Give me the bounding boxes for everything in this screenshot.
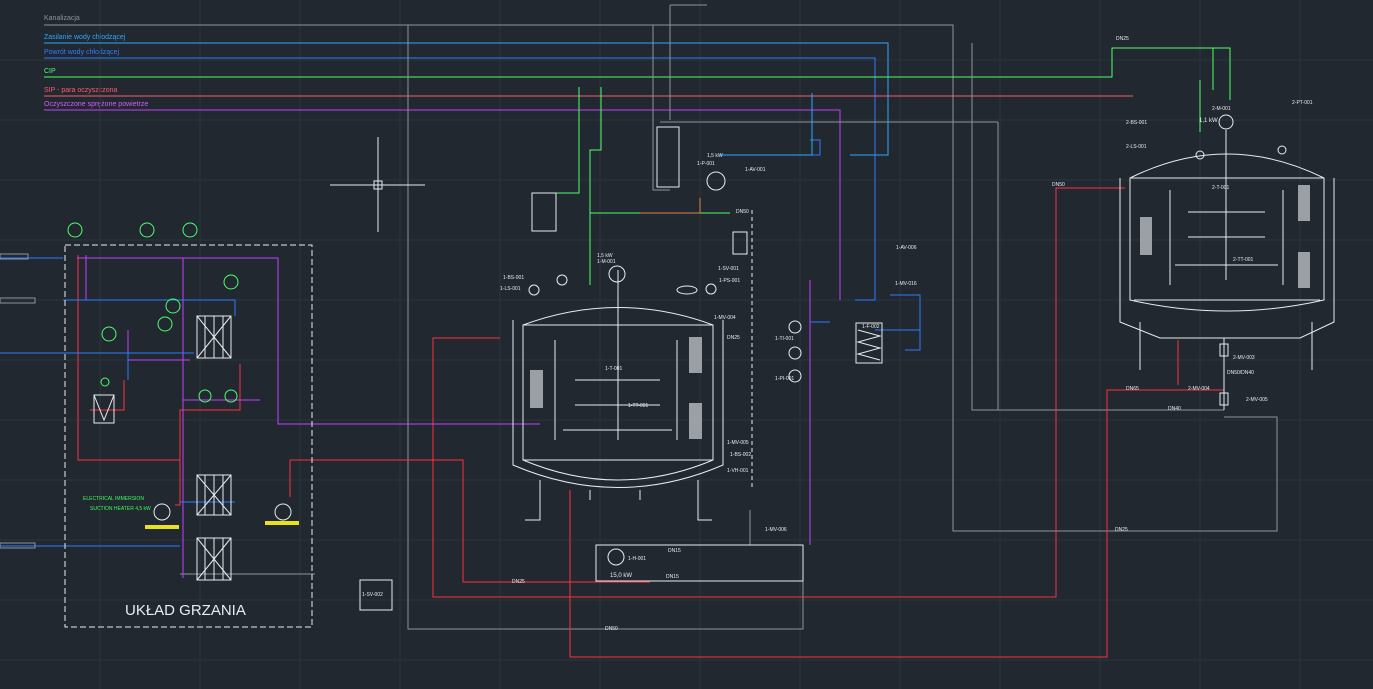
heating-unit-title: UKŁAD GRZANIA: [125, 602, 246, 619]
level-indicator: [732, 231, 748, 255]
svg-text:2-MV-003: 2-MV-003: [1233, 355, 1255, 361]
background-grid: [0, 0, 1373, 689]
heating-inlets: [0, 253, 36, 549]
heat-exchanger-1: [196, 315, 232, 359]
svg-text:DN15: DN15: [666, 574, 679, 580]
svg-text:DN50: DN50: [736, 209, 749, 215]
tank-1-heater-left: [530, 370, 543, 408]
tank-2-motor-power: 1,1 kW: [1199, 118, 1218, 124]
pump-1-h-001: [607, 548, 625, 566]
svg-text:DN25: DN25: [1116, 36, 1129, 42]
svg-text:DN15: DN15: [668, 548, 681, 554]
svg-text:DN50/DN40: DN50/DN40: [1227, 370, 1254, 376]
heat-exchanger-2: [196, 474, 232, 516]
svg-text:1-VH-001: 1-VH-001: [727, 468, 749, 474]
svg-text:1-AV-006: 1-AV-006: [896, 245, 917, 251]
svg-text:DN50: DN50: [1052, 182, 1065, 188]
tank-1-temp-tag: 1-TT-001: [628, 403, 649, 409]
tank-2-tag: 2-T-001: [1212, 185, 1229, 191]
tank-2-temp-tag: 2-TT-001: [1233, 257, 1254, 263]
svg-text:1-MV-005: 1-MV-005: [727, 440, 749, 446]
svg-text:DN50: DN50: [605, 626, 618, 632]
svg-text:2-MV-004: 2-MV-004: [1188, 386, 1210, 392]
heat-exchanger-3: [196, 537, 232, 581]
cursor-crosshair: [330, 137, 425, 232]
pump-power: 15,0 kW: [610, 573, 632, 579]
vacuum-pump-power: 1,5 kW: [707, 153, 723, 159]
svg-text:2-MV-005: 2-MV-005: [1246, 397, 1268, 403]
svg-text:DN25: DN25: [727, 335, 740, 341]
tank-1-motor-tag: 1-M-001: [597, 259, 616, 265]
svg-text:1-MV-004: 1-MV-004: [714, 315, 736, 321]
pid-diagram: UKŁAD GRZANIA ELECTRICAL IMMERSION SUCTI…: [0, 0, 1373, 689]
filter-housing: [531, 192, 557, 232]
instrument-bubbles: [67, 222, 239, 403]
drain-network: [180, 4, 1224, 630]
air-lines: [77, 255, 841, 578]
svg-text:1-TI-001: 1-TI-001: [775, 336, 794, 342]
valve-tags: 1-MV-004 1-MV-005 1-MV-006 1-VH-001 1-AV…: [500, 100, 1313, 533]
tank-2-heater-right-top: [1298, 185, 1310, 221]
tank-2-heater-right-bottom: [1298, 252, 1310, 288]
tank-2-motor: [1218, 114, 1234, 130]
legend-lines: [44, 24, 1278, 532]
heater-note-line1: ELECTRICAL IMMERSION: [83, 496, 144, 502]
svg-text:DN40: DN40: [1168, 406, 1181, 412]
svg-text:DN25: DN25: [512, 579, 525, 585]
tank-2: [1119, 130, 1335, 370]
svg-text:DN25: DN25: [1115, 527, 1128, 533]
svg-text:DN65: DN65: [1126, 386, 1139, 392]
svg-text:1-PI-001: 1-PI-001: [775, 376, 794, 382]
sv-002-tag: 1-SV-002: [362, 592, 383, 598]
svg-text:1-AV-001: 1-AV-001: [745, 167, 766, 173]
svg-text:1-BS-001: 1-BS-001: [503, 275, 524, 281]
filter-tag: 1-F-002: [862, 324, 880, 330]
svg-text:1-MV-006: 1-MV-006: [765, 527, 787, 533]
heating-pump-2: [265, 503, 299, 525]
tank-1-tag: 1-T-001: [605, 366, 622, 372]
tank-1-heater-right-bottom: [689, 403, 702, 439]
svg-text:2-BS-001: 2-BS-001: [1126, 120, 1147, 126]
svg-text:1-MV-016: 1-MV-016: [895, 281, 917, 287]
tank-2-motor-tag: 2-M-001: [1212, 106, 1231, 112]
vacuum-pump-tag: 1-P-001: [697, 161, 715, 167]
cooling-lines: [0, 139, 921, 547]
vacuum-pump: [706, 171, 726, 191]
heater-filter: [93, 394, 115, 424]
svg-text:1-BS-002: 1-BS-002: [730, 452, 751, 458]
svg-text:2-LS-001: 2-LS-001: [1126, 144, 1147, 150]
condenser-vessel: [656, 126, 680, 188]
svg-text:2-PT-001: 2-PT-001: [1292, 100, 1313, 106]
svg-text:1-LS-001: 1-LS-001: [500, 286, 521, 292]
tank-1-nozzle-instruments: [528, 274, 802, 383]
tank-1: [512, 270, 724, 521]
svg-text:1-PS-001: 1-PS-001: [719, 278, 740, 284]
tank-1-heater-right-top: [689, 337, 702, 373]
tank-2-heater-left: [1140, 217, 1152, 255]
svg-text:1-SV-001: 1-SV-001: [718, 266, 739, 272]
pump-tag: 1-H-001: [628, 556, 646, 562]
tank-1-motor: [608, 265, 626, 283]
heating-unit-frame: [64, 244, 313, 628]
heater-note-line2: SUCTION HEATER 4,5 kW: [90, 506, 151, 512]
